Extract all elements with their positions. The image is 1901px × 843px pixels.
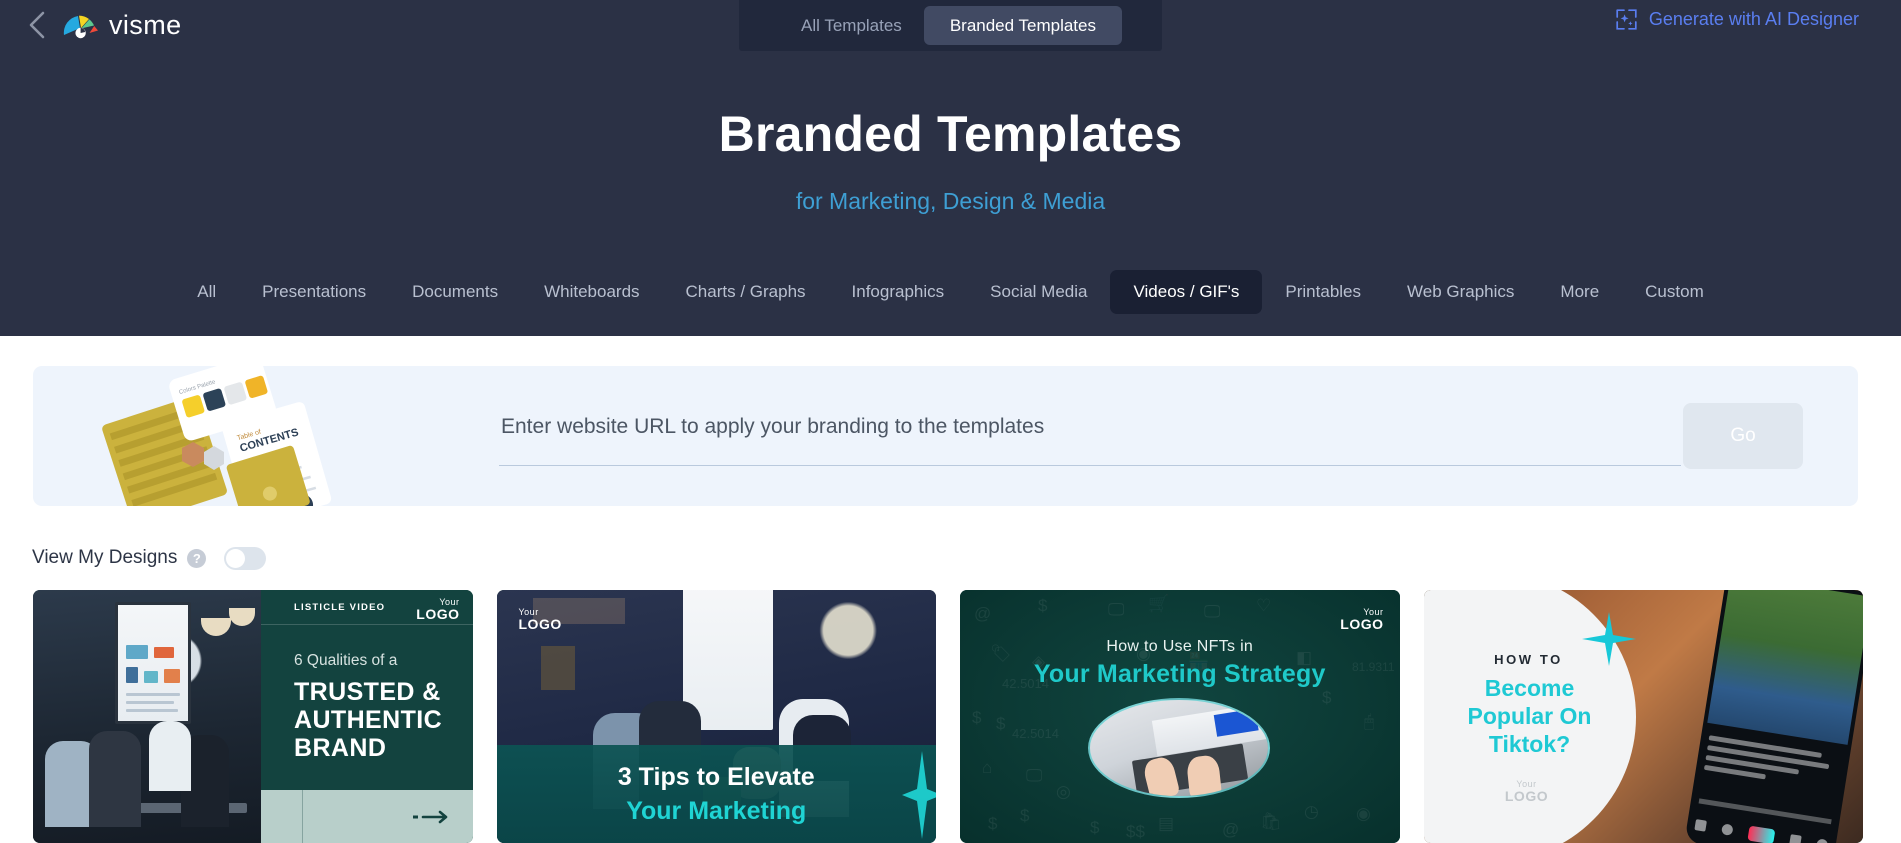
category-whiteboards[interactable]: Whiteboards [521,270,662,314]
template-card-3-tips-to-elevate[interactable]: Your LOGO 3 Tips to Elevate Your Marketi… [496,590,936,843]
category-videos-gifs[interactable]: Videos / GIF's [1110,270,1263,314]
sparkle-icon [1581,612,1636,671]
tab-branded-templates[interactable]: Branded Templates [923,6,1122,45]
category-infographics[interactable]: Infographics [829,270,968,314]
template-title-line2: Your Marketing Strategy [1033,660,1326,688]
template-thumbnail-photo [1088,698,1270,798]
visme-logo[interactable]: visme [62,5,182,45]
page-subtitle: for Marketing, Design & Media [795,188,1106,214]
branding-illustration: Table of CONTENTS 0102 0304 Colors Palet… [81,366,421,506]
template-grid: LISTICLE VIDEO Your LOGO 6 Qualities of … [33,590,1863,843]
ai-sparkle-icon [1615,8,1638,31]
view-my-designs-label: View My Designs [32,547,178,568]
whiteboard-graphic [115,602,191,724]
category-charts-graphs[interactable]: Charts / Graphs [663,270,829,314]
category-social-media[interactable]: Social Media [967,270,1110,314]
template-title-line1: How to Use NFTs in [1106,638,1254,655]
template-subtitle: 6 Qualities of a [294,652,398,669]
your-logo-placeholder: Your LOGO [518,607,562,632]
template-title: TRUSTED & AUTHENTIC BRAND [294,678,443,762]
generate-with-ai-designer-button[interactable]: Generate with AI Designer [1615,8,1859,31]
question-mark-icon[interactable]: ? [187,548,207,568]
template-text-overlay: 3 Tips to Elevate Your Marketing [496,745,936,843]
tab-all-templates[interactable]: All Templates [779,6,924,45]
template-kicker: LISTICLE VIDEO [294,602,386,613]
chevron-left-icon [26,10,48,40]
view-my-designs-toggle[interactable] [224,546,267,570]
template-card-how-to-use-nfts[interactable]: @ $ 🖵 🛒 🖵 ♡ 🏷 ◈ ◉ 🏪 ◧ $ $ $ 🖱 ⌂ 🖵 ◎ $ $ … [960,590,1400,843]
back-button[interactable] [20,8,54,42]
category-more[interactable]: More [1537,270,1622,314]
visme-mark-icon [62,9,100,41]
go-button[interactable]: Go [1683,403,1803,469]
category-printables[interactable]: Printables [1262,270,1384,314]
top-bar: visme All Templates Branded Templates Ge… [0,0,1901,51]
category-nav: All Presentations Documents Whiteboards … [0,270,1901,314]
template-title: Become Popular On Tiktok? [1467,675,1592,758]
phone-photo [1684,590,1863,843]
toggle-knob [226,548,246,568]
website-url-input[interactable] [499,404,1681,466]
template-card-trusted-authentic-brand[interactable]: LISTICLE VIDEO Your LOGO 6 Qualities of … [33,590,473,843]
ai-designer-label: Generate with AI Designer [1648,9,1859,29]
your-logo-placeholder: Your LOGO [416,597,460,622]
category-all[interactable]: All [174,270,239,314]
visme-wordmark: visme [109,9,182,40]
template-footer [261,790,473,843]
category-web-graphics[interactable]: Web Graphics [1384,270,1537,314]
category-presentations[interactable]: Presentations [239,270,389,314]
page-title: Branded Templates [718,106,1183,162]
your-logo-placeholder: Your LOGO [1340,607,1384,632]
category-documents[interactable]: Documents [389,270,521,314]
template-scope-toggle: All Templates Branded Templates [739,0,1162,51]
branding-url-banner: Table of CONTENTS 0102 0304 Colors Palet… [33,366,1858,506]
template-card-become-popular-on-tiktok[interactable]: HOW TO Become Popular On Tiktok? Your LO… [1423,590,1863,843]
your-logo-placeholder: Your LOGO [1504,779,1549,804]
arrow-right-icon [412,810,451,829]
template-thumbnail-photo [33,590,261,843]
page-header: visme All Templates Branded Templates Ge… [0,0,1901,336]
template-title-line2: Your Marketing [626,797,807,825]
template-title-line1: 3 Tips to Elevate [617,763,815,791]
category-custom[interactable]: Custom [1622,270,1727,314]
view-my-designs-row: View My Designs ? [32,544,267,572]
